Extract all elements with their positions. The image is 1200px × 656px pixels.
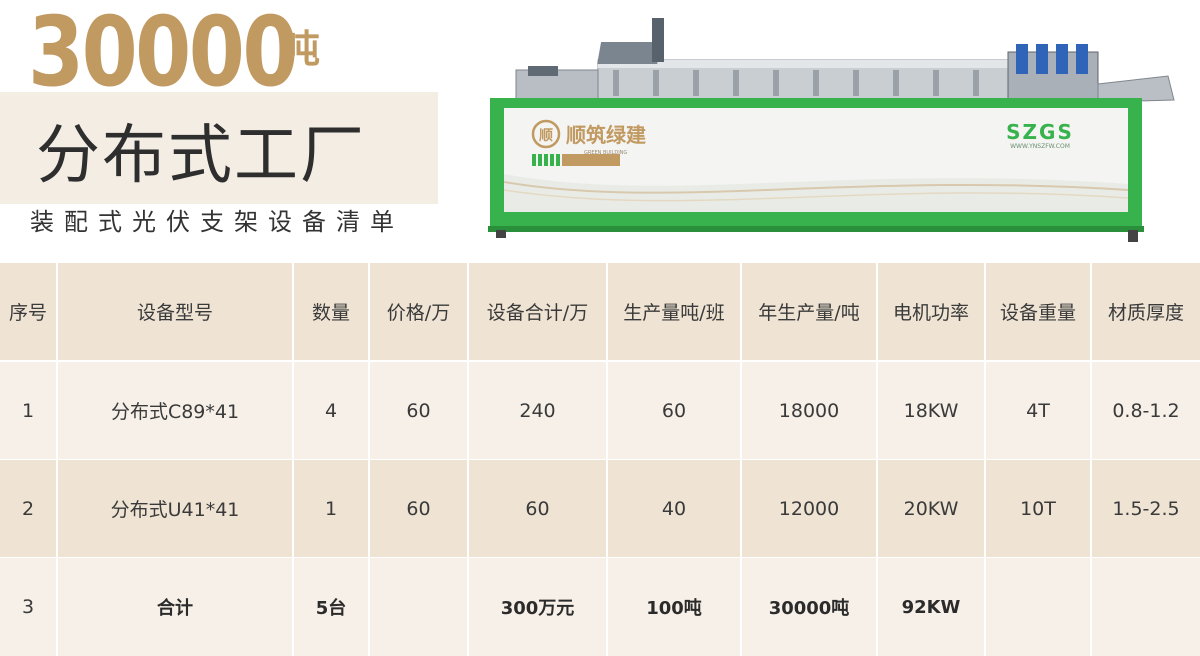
hero-section: 30000 吨 分布式工厂 装配式光伏支架设备清单 顺 顺筑绿建 GREEN B… <box>0 0 1200 262</box>
header-cell: 设备型号 <box>58 263 294 360</box>
brand-stripes <box>532 154 620 166</box>
table-cell: 60 <box>608 362 742 459</box>
header-cell: 设备重量 <box>986 263 1092 360</box>
total-quantity: 5台 <box>294 558 370 656</box>
page-subtitle: 装配式光伏支架设备清单 <box>30 208 404 236</box>
table-row: 1 分布式C89*41 4 60 240 60 18000 18KW 4T 0.… <box>0 362 1200 459</box>
table-cell: 3 <box>0 558 58 656</box>
brand-name: 顺筑绿建 <box>566 123 646 147</box>
table-cell: 40 <box>608 460 742 557</box>
svg-text:顺: 顺 <box>539 128 553 144</box>
page-title: 分布式工厂 <box>36 119 366 193</box>
capacity-number: 30000 <box>28 0 298 108</box>
header-cell: 年生产量/吨 <box>742 263 878 360</box>
table-cell <box>370 558 469 656</box>
table-cell: 10T <box>986 460 1092 557</box>
table-cell: 4 <box>294 362 370 459</box>
header-cell: 数量 <box>294 263 370 360</box>
table-cell: 18000 <box>742 362 878 459</box>
table-total-row: 3 合计 5台 300万元 100吨 30000吨 92KW <box>0 558 1200 656</box>
machine-website: WWW.YNSZFW.COM <box>1010 143 1070 150</box>
total-annual-output: 30000吨 <box>742 558 878 656</box>
header-cell: 设备合计/万 <box>469 263 608 360</box>
total-label: 合计 <box>58 558 294 656</box>
table-cell: 240 <box>469 362 608 459</box>
header-cell: 电机功率 <box>878 263 986 360</box>
table-cell: 60 <box>370 362 469 459</box>
machine-image: 顺 顺筑绿建 GREEN BUILDING SZGS WWW.YNSZFW.CO… <box>488 18 1175 242</box>
table-cell: 4T <box>986 362 1092 459</box>
header-cell: 序号 <box>0 263 58 360</box>
capacity-unit: 吨 <box>282 27 321 71</box>
table-cell: 分布式U41*41 <box>58 460 294 557</box>
total-output-per-shift: 100吨 <box>608 558 742 656</box>
table-cell <box>986 558 1092 656</box>
table-cell: 分布式C89*41 <box>58 362 294 459</box>
table-cell: 1.5-2.5 <box>1112 497 1180 520</box>
header-cell: 材质厚度 <box>1107 302 1184 324</box>
header-cell: 价格/万 <box>370 263 469 360</box>
table-cell: 60 <box>469 460 608 557</box>
table-header-row: 序号 设备型号 数量 价格/万 设备合计/万 生产量吨/班 年生产量/吨 电机功… <box>0 263 1200 360</box>
table-cell <box>1092 558 1200 656</box>
table-cell: 20KW <box>878 460 986 557</box>
machine-logo-text: SZGS <box>1006 120 1074 144</box>
table-row: 2 分布式U41*41 1 60 60 40 12000 20KW 10T 1.… <box>0 460 1200 557</box>
machine-rollers <box>515 18 1175 103</box>
table-cell: 1 <box>294 460 370 557</box>
table-cell: 18KW <box>878 362 986 459</box>
total-motor-power: 92KW <box>878 558 986 656</box>
table-cell: 12000 <box>742 460 878 557</box>
table-cell: 0.8-1.2 <box>1112 399 1180 422</box>
equipment-table: 序号 设备型号 数量 价格/万 设备合计/万 生产量吨/班 年生产量/吨 电机功… <box>0 263 1200 656</box>
header-cell: 生产量吨/班 <box>608 263 742 360</box>
total-equipment-cost: 300万元 <box>469 558 608 656</box>
table-cell: 1 <box>0 362 58 459</box>
table-cell: 60 <box>370 460 469 557</box>
table-cell: 2 <box>0 460 58 557</box>
